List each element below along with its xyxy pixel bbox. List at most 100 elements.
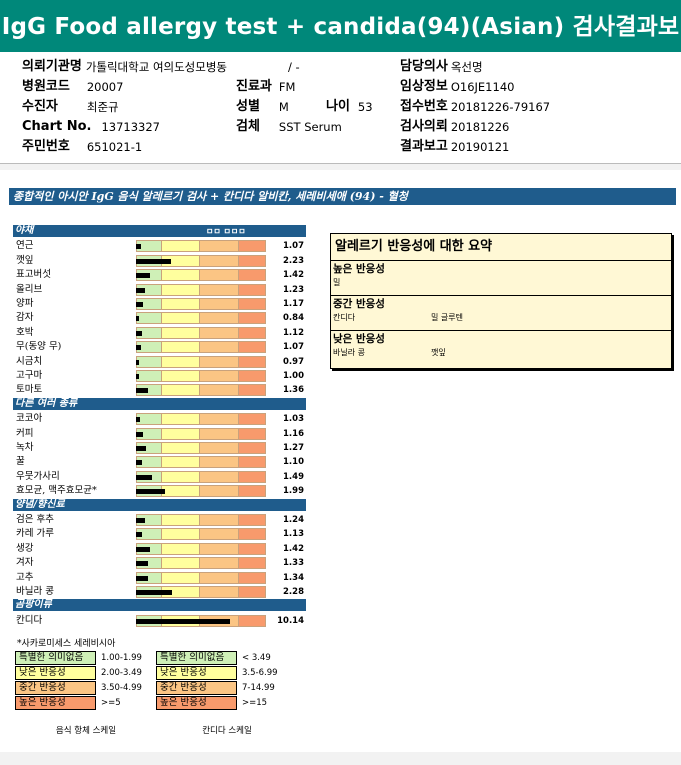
- clinical-info-row: 임상정보 O16JE1140: [400, 77, 514, 97]
- sex-label: 성별: [236, 99, 260, 114]
- summary-medium-label: 중간 반응성: [333, 298, 385, 310]
- summary-low-item-1: 바닐라 콩: [333, 348, 365, 357]
- allergen-value: 0.84: [283, 313, 304, 324]
- legend-range: 7-14.99: [242, 683, 275, 693]
- allergen-name: 바닐라 콩: [16, 586, 54, 597]
- chart-no-row: Chart No. 13713327: [22, 117, 160, 137]
- allergen-row: 양파 1.17: [13, 297, 306, 311]
- institution-value: 가톨릭대학교 여의도성모병동: [85, 60, 228, 74]
- allergen-name: 우뭇가사리: [16, 470, 60, 482]
- summary-low: 낮은 반응성 바닐라 콩 깻잎: [331, 331, 671, 368]
- chart-no-label: Chart No.: [22, 119, 92, 134]
- allergen-name: 올리브: [16, 283, 43, 295]
- allergen-name: 감자: [16, 312, 34, 324]
- value-bar: [136, 302, 144, 307]
- allergen-name: 고추: [16, 571, 34, 583]
- value-bar: [136, 532, 143, 538]
- institution-row: 의뢰기관명 가톨릭대학교 여의도성모병동: [22, 57, 227, 77]
- legend-swatch: 중간 반응성: [156, 681, 237, 695]
- scale-track: [136, 571, 266, 584]
- legend-range: >=5: [101, 698, 121, 708]
- legend-caption: 칸디다 스케일: [202, 726, 252, 736]
- summary-low-item-2: 깻잎: [431, 348, 446, 357]
- allergen-name: 호박: [16, 326, 34, 338]
- scale-track: [136, 514, 266, 526]
- summary-low-label: 낮은 반응성: [333, 333, 385, 345]
- allergen-row: 커피 1.16: [13, 427, 306, 441]
- allergen-row: 바닐라 콩 2.28: [13, 585, 306, 599]
- scale-track: [136, 442, 266, 454]
- summary-box: 알레르기 반응성에 대한 요약 높은 반응성 밀 중간 반응성 칸디다 밀 글루…: [330, 233, 672, 369]
- summary-medium: 중간 반응성 칸디다 밀 글루텐: [331, 296, 671, 331]
- allergen-row: 효모균, 맥주효모균* 1.99: [13, 484, 306, 498]
- age-label: 나이: [326, 99, 350, 114]
- request-date-label: 검사의뢰: [400, 119, 448, 134]
- allergen-value: 1.17: [283, 299, 304, 309]
- allergen-row: 우뭇가사리 1.49: [13, 470, 306, 484]
- legend-row: 낮은 반응성 3.5-6.99: [156, 666, 298, 680]
- value-bar: [136, 417, 140, 423]
- allergen-value: 2.23: [283, 255, 304, 266]
- section-header: 야채 ㅁㅁ ㅁㅁㅁ: [13, 225, 306, 237]
- allergen-row: 호박 1.12: [13, 326, 306, 340]
- legend-range: >=15: [242, 698, 268, 708]
- value-bar: [136, 287, 145, 293]
- allergen-value: 1.27: [283, 443, 304, 453]
- allergen-row: 깻잎 2.23: [13, 254, 306, 268]
- specimen-label: 검체: [236, 119, 260, 134]
- allergen-row: 토마토 1.36: [13, 383, 306, 397]
- allergen-value: 1.49: [283, 471, 304, 482]
- legend-swatch: 높은 반응성: [15, 696, 96, 710]
- legend-swatch: 낮은 반응성: [15, 666, 96, 680]
- sex-value: M: [278, 100, 289, 114]
- allergen-value: 1.34: [283, 572, 304, 583]
- value-bar: [136, 446, 147, 451]
- value-bar: [136, 431, 144, 437]
- section-header: 양념/향신료: [13, 498, 306, 511]
- summary-high: 높은 반응성 밀: [331, 261, 671, 296]
- specimen-value: SST Serum: [278, 120, 342, 134]
- chart-no-value: 13713327: [101, 120, 161, 134]
- legend-row: 특별한 의미없음 < 3.49: [156, 651, 298, 665]
- legend-range: 3.5-6.99: [242, 668, 278, 678]
- allergen-value: 1.16: [283, 428, 304, 439]
- scale-track: [136, 413, 266, 426]
- legend-swatch: 특별한 의미없음: [15, 651, 96, 665]
- receipt-label: 접수번호: [400, 99, 448, 114]
- allergen-name: 카레 가루: [16, 528, 54, 540]
- value-bar: [136, 273, 150, 279]
- footnote: *사카로미세스 세레비시아: [17, 639, 116, 649]
- legend-swatch: 낮은 반응성: [156, 666, 237, 680]
- scale-track: [136, 557, 266, 570]
- allergen-row: 올리브 1.23: [13, 283, 306, 297]
- allergen-row: 녹차 1.27: [13, 441, 306, 455]
- allergen-value: 1.10: [283, 457, 304, 468]
- scale-track: [136, 283, 266, 296]
- allergen-row: 표고버섯 1.42: [13, 268, 306, 282]
- scale-track: [136, 355, 266, 368]
- summary-high-label: 높은 반응성: [333, 263, 385, 275]
- allergen-name: 표고버섯: [16, 269, 51, 281]
- allergen-row: 생강 1.42: [13, 542, 306, 556]
- value-bar: [136, 590, 173, 595]
- allergen-row: 코코아 1.03: [13, 412, 306, 426]
- resident-no-value: 651021-1: [86, 140, 143, 154]
- summary-title: 알레르기 반응성에 대한 요약: [331, 234, 671, 261]
- report-panel: 종합적인 아시안 IgG 음식 알레르기 검사 + 칸디다 알비칸, 세레비세애…: [0, 170, 681, 752]
- legend-caption: 음식 항체 스케일: [55, 726, 117, 736]
- hospital-code-value: 20007: [86, 80, 124, 94]
- legend-range: 2.00-3.49: [101, 668, 142, 678]
- allergen-name: 코코아: [16, 413, 43, 425]
- value-bar: [136, 359, 139, 365]
- summary-medium-item-1: 칸디다: [333, 313, 356, 322]
- scale-track: [136, 326, 266, 339]
- allergen-value: 1.13: [283, 529, 304, 540]
- section-title: 양념/향신료: [15, 498, 65, 510]
- legend-swatch: 특별한 의미없음: [156, 651, 237, 665]
- value-bar: [136, 258, 171, 264]
- section-header: 다른 여러 종류: [13, 397, 306, 410]
- age-row: 나이 53: [326, 97, 373, 117]
- legend-row: 중간 반응성 3.50-4.99: [15, 681, 157, 695]
- allergen-value: 1.42: [283, 270, 304, 281]
- patient-value: 최준규: [86, 100, 119, 114]
